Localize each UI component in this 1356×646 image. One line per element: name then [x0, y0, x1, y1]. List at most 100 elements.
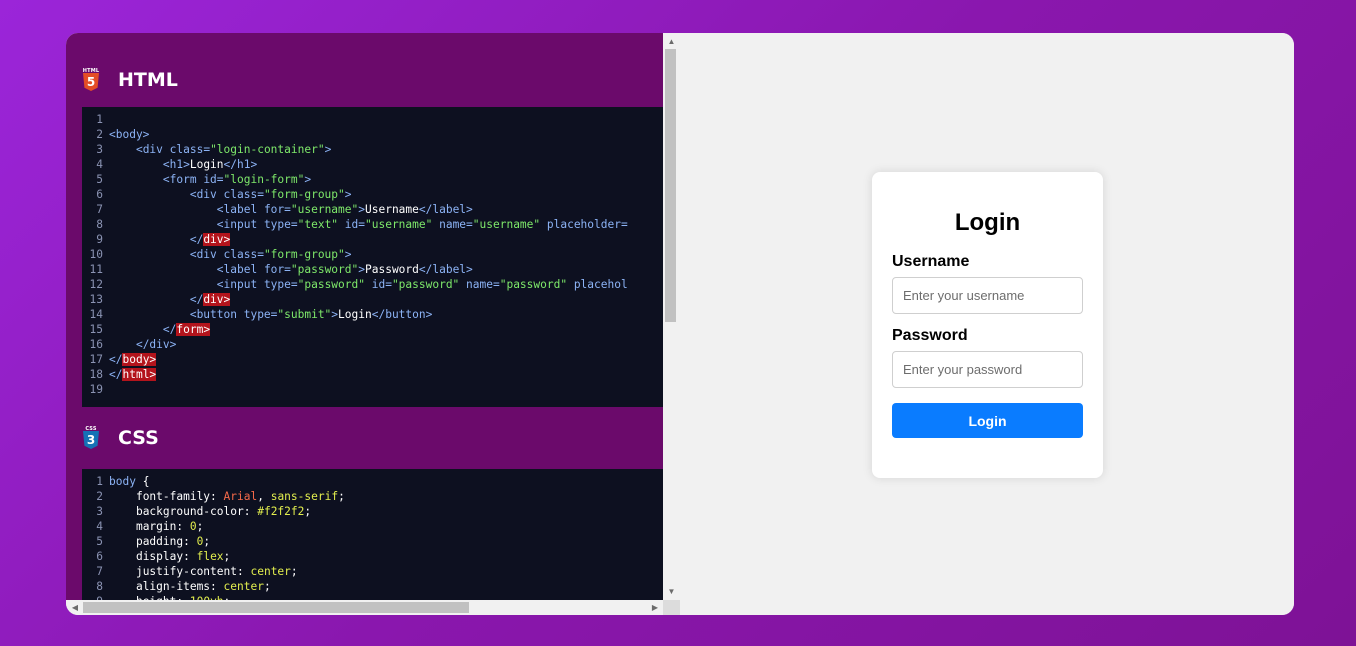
line-number: 3: [96, 143, 103, 156]
code-text: <label for="password">Password</label>: [216, 263, 473, 276]
line-number: 5: [96, 535, 103, 548]
html-code-editor[interactable]: 1 2 <body> 3 <div class="login-container"> 4…: [82, 107, 663, 407]
code-text: </body>: [109, 353, 157, 366]
html-code-line: 15 </form>: [82, 322, 663, 337]
code-text: font-family: Arial, sans-serif;: [135, 490, 345, 503]
html-code-line: 14 <button type="submit">Login</button>: [82, 307, 663, 322]
line-number: 4: [96, 158, 103, 171]
code-text: <h1>Login</h1>: [162, 158, 258, 171]
password-label: Password: [892, 327, 968, 344]
code-text: body {: [109, 475, 150, 488]
code-text: <div class="form-group">: [189, 248, 352, 261]
html-code-line: 10 <div class="form-group">: [82, 247, 663, 262]
line-number: 17: [89, 353, 103, 366]
line-number: 15: [89, 323, 103, 336]
login-button[interactable]: Login: [892, 403, 1083, 438]
code-text: </html>: [109, 368, 157, 381]
html-code-line: 2 <body>: [82, 127, 663, 142]
code-text: <body>: [109, 128, 150, 141]
code-text: <input type="text" id="username" name="u…: [216, 218, 628, 231]
username-label: Username: [892, 253, 970, 270]
login-title: Login: [954, 209, 1021, 236]
line-number: 7: [96, 565, 103, 578]
code-text: </form>: [162, 323, 211, 336]
line-number: 7: [96, 203, 103, 216]
line-number: 4: [96, 520, 103, 533]
css-code-line: 5 padding: 0;: [82, 534, 663, 549]
code-text: <div class="form-group">: [189, 188, 352, 201]
code-text: </div>: [189, 293, 231, 306]
code-text: padding: 0;: [135, 535, 211, 548]
css-section-header: CSS 3 CSS: [82, 422, 159, 454]
html-code-line: 18 </html>: [82, 367, 663, 382]
arrow-right-icon[interactable]: ▶: [648, 600, 662, 615]
line-number: 16: [89, 338, 103, 351]
line-number: 6: [96, 188, 103, 201]
html-code-line: 1: [82, 112, 663, 127]
login-container: Login Username Password Login: [872, 172, 1103, 478]
line-number: 3: [96, 505, 103, 518]
html-code-line: 11 <label for="password">Password</label…: [82, 262, 663, 277]
code-text: background-color: #f2f2f2;: [135, 505, 312, 518]
horizontal-scrollbar[interactable]: ◀ ▶: [66, 600, 663, 615]
html-code-line: 17 </body>: [82, 352, 663, 367]
html-code-line: 19: [82, 382, 663, 397]
line-number: 2: [96, 490, 103, 503]
css-code-line: 4 margin: 0;: [82, 519, 663, 534]
code-text: </div>: [135, 338, 177, 351]
css-code-line: 2 font-family: Arial, sans-serif;: [82, 489, 663, 504]
html-code-line: 13 </div>: [82, 292, 663, 307]
line-number: 12: [89, 278, 103, 291]
playground-window: HTML 5 HTML 1 2 <body> 3 <div class="login-…: [66, 33, 1294, 615]
html-code-line: 6 <div class="form-group">: [82, 187, 663, 202]
css-code-line: 8 align-items: center;: [82, 579, 663, 594]
password-input[interactable]: [892, 351, 1083, 388]
code-text: align-items: center;: [135, 580, 271, 593]
line-number: 6: [96, 550, 103, 563]
preview-pane: Login Username Password Login: [680, 33, 1294, 615]
html-code-line: 4 <h1>Login</h1>: [82, 157, 663, 172]
css-code-editor[interactable]: 1 body {2 font-family: Arial, sans-serif;…: [82, 469, 663, 600]
vertical-scrollbar[interactable]: ▲ ▼: [663, 33, 680, 600]
line-number: 11: [89, 263, 103, 276]
scrollbar-corner: [663, 600, 680, 615]
code-text: <label for="username">Username</label>: [216, 203, 473, 216]
html-code-line: 5 <form id="login-form">: [82, 172, 663, 187]
line-number: 18: [89, 368, 103, 381]
line-number: 5: [96, 173, 103, 186]
arrow-down-icon[interactable]: ▼: [663, 584, 680, 598]
css-code-line: 7 justify-content: center;: [82, 564, 663, 579]
html-code-line: 12 <input type="password" id="password" …: [82, 277, 663, 292]
code-text: justify-content: center;: [135, 565, 298, 578]
line-number: 10: [89, 248, 103, 261]
code-text: display: flex;: [135, 550, 231, 563]
css-section-title: CSS: [118, 427, 159, 449]
line-number: 14: [89, 308, 103, 321]
line-number: 8: [96, 218, 103, 231]
html-code-line: 9 </div>: [82, 232, 663, 247]
username-input[interactable]: [892, 277, 1083, 314]
code-text: <form id="login-form">: [162, 173, 312, 186]
arrow-left-icon[interactable]: ◀: [68, 600, 82, 615]
html-code-line: 16 </div>: [82, 337, 663, 352]
line-number: 19: [89, 383, 103, 396]
html-code-line: 3 <div class="login-container">: [82, 142, 663, 157]
code-text: <input type="password" id="password" nam…: [216, 278, 628, 291]
code-text: </div>: [189, 233, 231, 246]
html5-icon: HTML 5: [82, 68, 100, 91]
line-number: 1: [96, 475, 103, 488]
html-section-header: HTML 5 HTML: [82, 64, 178, 96]
line-number: 8: [96, 580, 103, 593]
line-number: 2: [96, 128, 103, 141]
line-number: 13: [89, 293, 103, 306]
css-code-line: 3 background-color: #f2f2f2;: [82, 504, 663, 519]
horizontal-scroll-thumb[interactable]: [83, 602, 469, 613]
html-code-line: 7 <label for="username">Username</label>: [82, 202, 663, 217]
code-text: margin: 0;: [135, 520, 204, 533]
code-text: <div class="login-container">: [135, 143, 332, 156]
line-number: 1: [96, 113, 103, 126]
vertical-scroll-thumb[interactable]: [665, 49, 676, 322]
css-code-line: 6 display: flex;: [82, 549, 663, 564]
arrow-up-icon[interactable]: ▲: [663, 34, 680, 48]
html-section-title: HTML: [118, 69, 178, 91]
